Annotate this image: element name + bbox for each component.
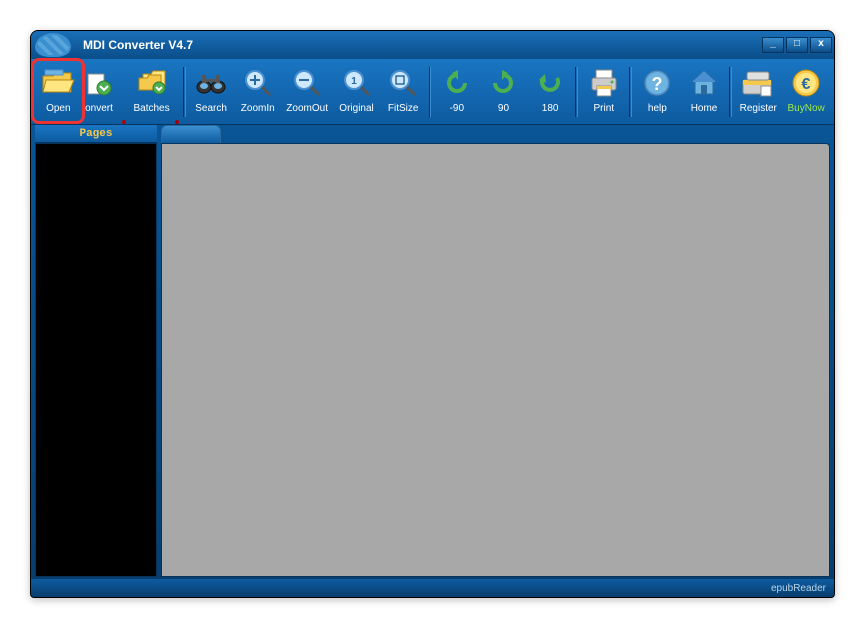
home-button[interactable]: Home	[681, 63, 728, 123]
preview-wrap	[159, 125, 834, 579]
print-button[interactable]: Print	[580, 63, 627, 123]
sidebar: Pages	[31, 125, 159, 579]
help-label: help	[648, 103, 667, 114]
home-icon	[686, 65, 722, 101]
svg-text:1: 1	[351, 76, 357, 87]
separator-dot	[175, 120, 179, 124]
print-label: Print	[593, 103, 614, 114]
titlebar: MDI Converter V4.7 _ □ x	[31, 31, 834, 59]
home-label: Home	[691, 103, 718, 114]
separator-dot	[122, 120, 126, 124]
search-button[interactable]: Search	[188, 63, 235, 123]
original-button[interactable]: 1 Original	[333, 63, 380, 123]
fitsize-button[interactable]: FitSize	[380, 63, 427, 123]
toolbar: Open onvert Batches	[31, 59, 834, 125]
rotate-90-button[interactable]: 90	[480, 63, 527, 123]
close-button[interactable]: x	[810, 37, 832, 53]
toolbar-separator	[575, 67, 578, 117]
search-label: Search	[195, 103, 227, 114]
zoom-original-icon: 1	[339, 65, 375, 101]
rotate-left-icon	[439, 65, 475, 101]
folder-open-icon	[40, 65, 76, 101]
maximize-button[interactable]: □	[786, 37, 808, 53]
batches-label: Batches	[133, 103, 169, 114]
toolbar-separator	[183, 67, 186, 117]
open-button[interactable]: Open	[35, 63, 82, 123]
zoom-in-icon	[240, 65, 276, 101]
svg-text:€: €	[802, 76, 811, 93]
rot-180-label: 180	[542, 103, 559, 114]
fitsize-label: FitSize	[388, 103, 419, 114]
rotate-180-button[interactable]: 180	[527, 63, 574, 123]
batches-button[interactable]: Batches	[128, 63, 175, 123]
zoomin-label: ZoomIn	[241, 103, 275, 114]
app-icon	[35, 33, 71, 57]
svg-text:?: ?	[652, 74, 663, 94]
convert-label: onvert	[85, 103, 113, 114]
rot-neg90-label: -90	[450, 103, 464, 114]
fit-size-icon	[385, 65, 421, 101]
preview-panel[interactable]	[161, 143, 830, 577]
convert-icon	[81, 65, 117, 101]
rotate-neg90-button[interactable]: -90	[433, 63, 480, 123]
statusbar-text: epubReader	[771, 583, 826, 594]
statusbar: epubReader	[31, 579, 834, 597]
euro-coin-icon: €	[788, 65, 824, 101]
buynow-button[interactable]: € BuyNow	[782, 63, 830, 123]
zoomout-button[interactable]: ZoomOut	[281, 63, 333, 123]
register-icon	[740, 65, 776, 101]
preview-tab[interactable]	[161, 125, 221, 143]
open-label: Open	[46, 103, 70, 114]
pages-header: Pages	[35, 125, 157, 143]
toolbar-separator	[729, 67, 732, 117]
buynow-label: BuyNow	[788, 103, 825, 114]
zoomout-label: ZoomOut	[286, 103, 328, 114]
convert-button[interactable]: onvert	[82, 63, 123, 123]
rotate-right-icon	[485, 65, 521, 101]
zoomin-button[interactable]: ZoomIn	[234, 63, 281, 123]
content-area: Pages	[31, 125, 834, 579]
app-title: MDI Converter V4.7	[83, 38, 193, 52]
minimize-button[interactable]: _	[762, 37, 784, 53]
rot-90-label: 90	[498, 103, 509, 114]
app-window: MDI Converter V4.7 _ □ x Open	[30, 30, 835, 598]
zoom-out-icon	[289, 65, 325, 101]
register-button[interactable]: Register	[734, 63, 782, 123]
printer-icon	[586, 65, 622, 101]
original-label: Original	[339, 103, 373, 114]
binoculars-icon	[193, 65, 229, 101]
batches-icon	[134, 65, 170, 101]
rotate-180-icon	[532, 65, 568, 101]
help-button[interactable]: ? help	[634, 63, 681, 123]
toolbar-separator	[429, 67, 432, 117]
toolbar-separator	[629, 67, 632, 117]
register-label: Register	[740, 103, 777, 114]
help-icon: ?	[639, 65, 675, 101]
pages-thumbnail-panel[interactable]	[35, 143, 157, 577]
